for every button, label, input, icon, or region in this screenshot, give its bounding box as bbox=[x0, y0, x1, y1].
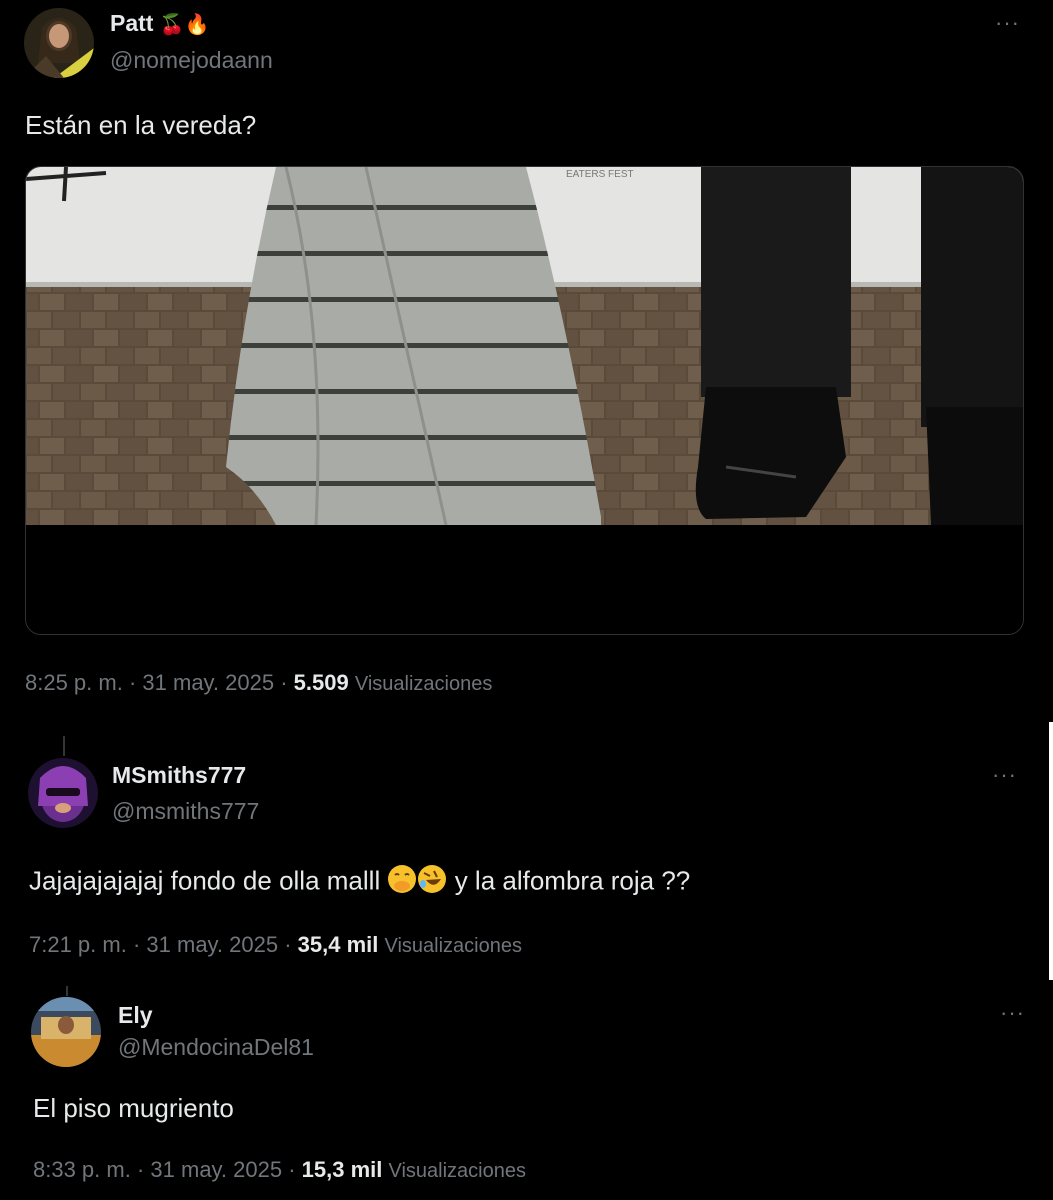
tweet-meta: 7:21 p. m. · 31 may. 2025 · 35,4 mil Vis… bbox=[29, 932, 523, 957]
views-label: Visualizaciones bbox=[388, 1160, 527, 1182]
svg-text:EATERS FEST: EATERS FEST bbox=[566, 169, 634, 180]
timestamp-date[interactable]: 31 may. 2025 bbox=[150, 1157, 282, 1182]
tweet-media[interactable]: EATERS FEST bbox=[25, 166, 1024, 635]
reply-tweet[interactable]: MSmiths777 @msmiths777 ··· Jajajajajajaj… bbox=[0, 722, 1053, 980]
reply-tweet[interactable]: Ely @MendocinaDel81 ··· El piso mugrient… bbox=[0, 986, 1053, 1200]
tweet-text: Jajajajajajaj fondo de olla malll y la a… bbox=[29, 864, 690, 901]
display-name[interactable]: MSmiths777 bbox=[112, 762, 246, 789]
avatar[interactable] bbox=[28, 758, 98, 828]
tweet-text: El piso mugriento bbox=[33, 1093, 234, 1123]
tweet-meta: 8:33 p. m. · 31 may. 2025 · 15,3 mil Vis… bbox=[33, 1157, 527, 1182]
thread-line bbox=[63, 736, 65, 756]
more-dots-icon[interactable]: ··· bbox=[992, 764, 1017, 786]
timestamp-time[interactable]: 8:33 p. m. bbox=[33, 1157, 131, 1182]
display-name[interactable]: Ely bbox=[118, 1002, 153, 1029]
tweet-text: Están en la vereda? bbox=[25, 110, 257, 140]
thread-line bbox=[66, 986, 68, 996]
rolling-on-floor-laughing-icon bbox=[417, 864, 447, 901]
timestamp-time[interactable]: 7:21 p. m. bbox=[29, 932, 127, 957]
views-count: 5.509 bbox=[293, 670, 349, 695]
timestamp-time[interactable]: 8:25 p. m. bbox=[25, 670, 123, 695]
avatar[interactable] bbox=[31, 997, 101, 1067]
name-emojis: 🍒🔥 bbox=[159, 14, 210, 36]
display-name[interactable]: Patt 🍒🔥 bbox=[110, 10, 210, 37]
avatar[interactable] bbox=[24, 8, 94, 78]
face-with-hand-over-mouth-icon bbox=[387, 864, 417, 901]
media-image[interactable]: EATERS FEST bbox=[26, 167, 1023, 634]
handle[interactable]: @nomejodaann bbox=[110, 47, 273, 74]
timestamp-date[interactable]: 31 may. 2025 bbox=[142, 670, 274, 695]
views-label: Visualizaciones bbox=[384, 935, 523, 957]
more-dots-icon[interactable]: ··· bbox=[1000, 1002, 1025, 1024]
views-count: 15,3 mil bbox=[301, 1157, 383, 1182]
handle[interactable]: @msmiths777 bbox=[112, 798, 259, 825]
handle[interactable]: @MendocinaDel81 bbox=[118, 1034, 314, 1061]
views-count: 35,4 mil bbox=[297, 932, 379, 957]
timestamp-date[interactable]: 31 may. 2025 bbox=[146, 932, 278, 957]
more-dots-icon[interactable]: ··· bbox=[995, 12, 1020, 34]
tweet-meta: 8:25 p. m. · 31 may. 2025 · 5.509 Visual… bbox=[25, 670, 493, 695]
main-tweet[interactable]: Patt 🍒🔥 @nomejodaann ··· Están en la ver… bbox=[0, 0, 1053, 718]
views-label: Visualizaciones bbox=[354, 673, 493, 695]
